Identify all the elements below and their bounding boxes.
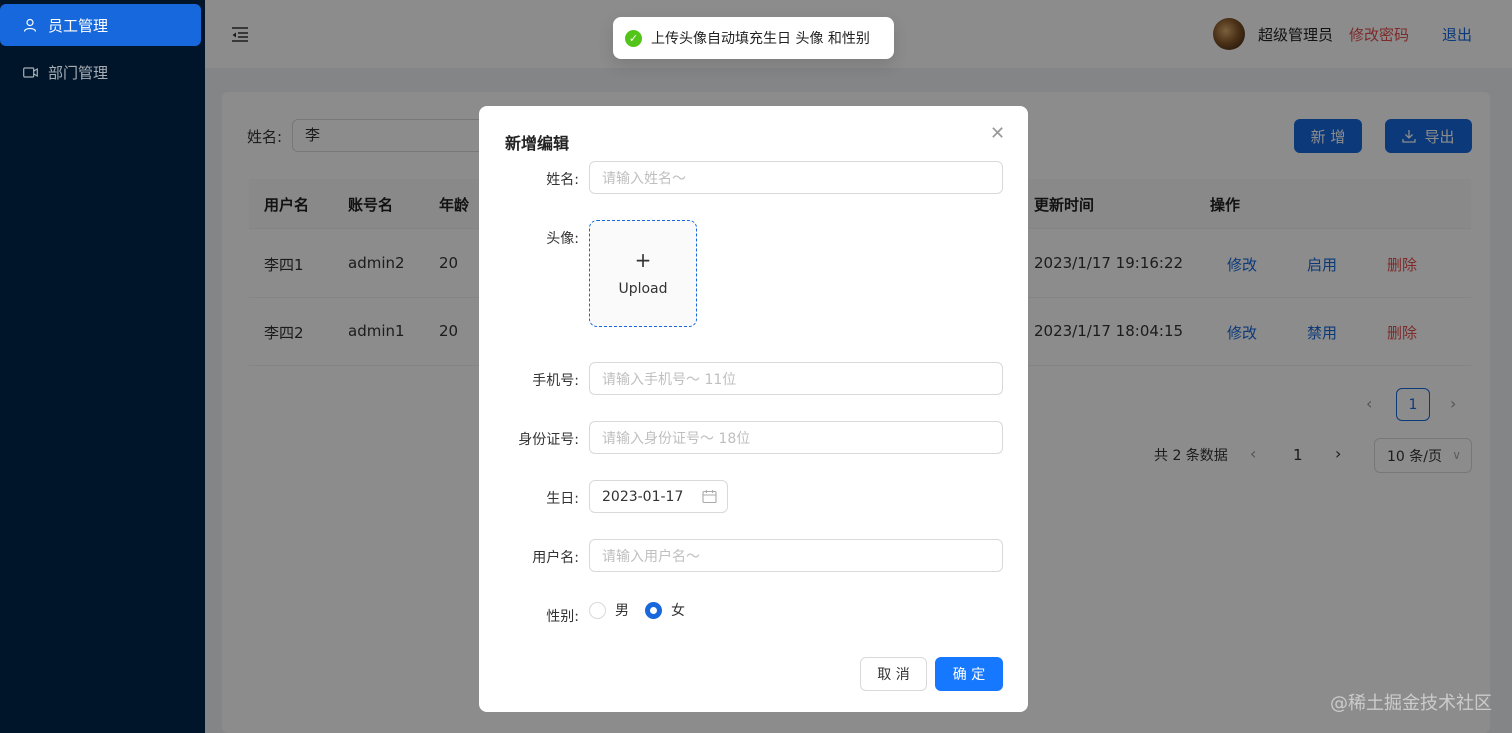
birthday-label: 生日: <box>546 491 579 507</box>
video-icon <box>22 64 38 80</box>
avatar-label: 头像: <box>546 231 579 247</box>
username-input[interactable]: 请输入用户名～ <box>589 539 1003 572</box>
sidebar-item-department[interactable]: 部门管理 <box>0 51 201 93</box>
sidebar: 员工管理 部门管理 <box>0 0 205 733</box>
phone-label: 手机号: <box>532 373 579 389</box>
phone-input[interactable]: 请输入手机号～ 11位 <box>589 362 1003 395</box>
birthday-picker[interactable]: 2023-01-17 <box>589 480 728 513</box>
calendar-icon <box>702 489 717 504</box>
birthday-value: 2023-01-17 <box>602 488 684 505</box>
gender-radio-male[interactable] <box>589 601 606 619</box>
plus-icon: + <box>634 248 652 272</box>
sidebar-item-label: 部门管理 <box>48 63 109 82</box>
idcard-label: 身份证号: <box>518 432 579 448</box>
watermark: @稀土掘金技术社区 <box>1330 693 1492 714</box>
modal-title: 新增编辑 <box>505 134 570 153</box>
username-label: 用户名: <box>532 550 579 566</box>
gender-radio-group: 男 女 <box>589 600 685 620</box>
sidebar-item-label: 员工管理 <box>48 16 109 35</box>
edit-modal: 新增编辑 ✕ 姓名: 请输入姓名～ 头像: + Upload 手机号: 请输入手… <box>479 106 1028 712</box>
user-icon <box>22 17 38 33</box>
gender-option-label: 男 <box>615 603 629 619</box>
gender-option-label: 女 <box>671 603 685 619</box>
check-circle-icon: ✓ <box>625 29 642 47</box>
sidebar-item-employee[interactable]: 员工管理 <box>0 4 201 46</box>
avatar-upload[interactable]: + Upload <box>589 220 697 327</box>
toast-message: ✓ 上传头像自动填充生日 头像 和性别 <box>613 17 894 59</box>
name-input[interactable]: 请输入姓名～ <box>589 161 1003 194</box>
close-icon[interactable]: ✕ <box>990 125 1006 143</box>
name-label: 姓名: <box>546 172 579 188</box>
toast-text: 上传头像自动填充生日 头像 和性别 <box>651 31 870 47</box>
cancel-button[interactable]: 取 消 <box>860 657 927 691</box>
idcard-input[interactable]: 请输入身份证号～ 18位 <box>589 421 1003 454</box>
confirm-button[interactable]: 确 定 <box>935 657 1003 691</box>
gender-label: 性别: <box>546 609 579 625</box>
gender-radio-female[interactable] <box>645 601 662 619</box>
upload-text: Upload <box>618 281 668 297</box>
